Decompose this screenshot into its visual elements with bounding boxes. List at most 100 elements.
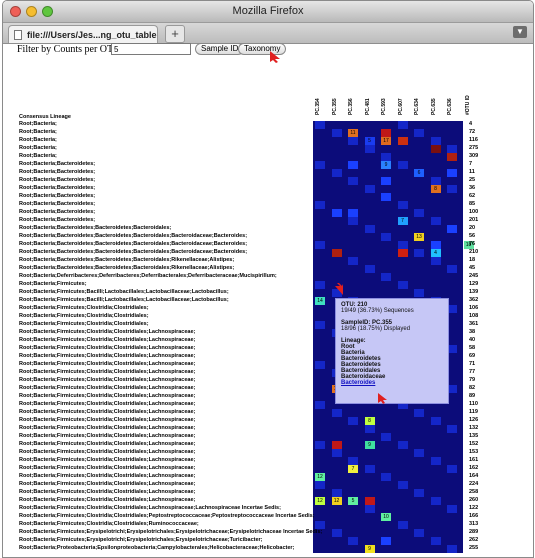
heatmap-cell[interactable] — [365, 177, 375, 185]
heatmap-cell[interactable] — [430, 217, 441, 225]
heatmap-cell[interactable] — [348, 145, 358, 153]
heatmap-cell[interactable] — [431, 161, 441, 169]
heatmap-cell[interactable] — [332, 545, 342, 553]
sample-header[interactable]: PC.356 — [348, 98, 354, 115]
heatmap-cell[interactable] — [315, 345, 325, 353]
heatmap-cell[interactable] — [331, 169, 342, 177]
heatmap-cell[interactable] — [315, 129, 325, 137]
heatmap-cell[interactable] — [332, 521, 342, 529]
heatmap-cell[interactable] — [398, 289, 408, 297]
heatmap-cell[interactable] — [348, 425, 358, 433]
heatmap-cell[interactable] — [447, 241, 457, 249]
heatmap-cell[interactable] — [365, 193, 375, 201]
heatmap-cell[interactable] — [414, 185, 424, 193]
heatmap-cell[interactable] — [381, 425, 391, 433]
heatmap-cell[interactable] — [315, 145, 325, 153]
heatmap-cell[interactable] — [447, 289, 457, 297]
heatmap-cell[interactable] — [414, 193, 424, 201]
heatmap-cell[interactable] — [431, 529, 441, 537]
heatmap-cell[interactable] — [365, 241, 375, 249]
heatmap-cell[interactable] — [398, 457, 408, 465]
heatmap-cell[interactable] — [381, 505, 391, 513]
heatmap-cell[interactable] — [381, 433, 391, 441]
heatmap-cell[interactable] — [414, 209, 424, 217]
heatmap-cell-value[interactable]: 10 — [381, 513, 391, 521]
heatmap-cell[interactable] — [431, 201, 441, 209]
tooltip-lineage-link[interactable]: Bacteroides — [341, 380, 375, 386]
sample-header[interactable]: PC.355 — [332, 98, 338, 115]
heatmap-cell[interactable] — [332, 465, 342, 473]
heatmap-cell[interactable] — [332, 473, 342, 481]
heatmap-cell[interactable] — [365, 481, 375, 489]
heatmap-cell[interactable] — [414, 161, 424, 169]
heatmap-cell[interactable] — [398, 497, 408, 505]
heatmap-cell-value[interactable]: 12 — [331, 497, 342, 505]
heatmap-cell[interactable] — [365, 281, 375, 289]
heatmap-cell[interactable] — [431, 521, 441, 529]
heatmap-cell[interactable] — [364, 425, 375, 433]
heatmap-cell[interactable] — [348, 473, 358, 481]
heatmap-cell[interactable] — [414, 241, 424, 249]
heatmap-cell[interactable] — [348, 217, 358, 225]
heatmap-cell[interactable] — [315, 465, 325, 473]
heatmap-cell[interactable] — [414, 145, 424, 153]
heatmap-cell[interactable] — [315, 433, 325, 441]
heatmap-cell-value[interactable] — [381, 537, 391, 545]
heatmap-cell[interactable] — [398, 233, 408, 241]
heatmap-cell-value[interactable]: 8 — [364, 417, 375, 425]
heatmap-cell[interactable] — [381, 449, 391, 457]
heatmap-cell[interactable] — [348, 505, 358, 513]
heatmap-cell[interactable] — [398, 529, 408, 537]
heatmap-cell[interactable] — [365, 129, 375, 137]
heatmap-cell[interactable] — [430, 537, 441, 545]
heatmap-cell-value[interactable] — [331, 249, 342, 257]
heatmap-cell[interactable] — [397, 441, 408, 449]
heatmap-cell[interactable] — [364, 225, 375, 233]
heatmap-cell[interactable] — [414, 129, 424, 137]
heatmap-cell[interactable] — [332, 481, 342, 489]
heatmap-cell[interactable] — [332, 425, 342, 433]
tab-otu-table[interactable]: file:///Users/Jes...ng_otu_table.html — [8, 25, 158, 43]
heatmap-cell[interactable] — [398, 209, 408, 217]
heatmap-cell[interactable] — [348, 529, 358, 537]
heatmap-cell[interactable] — [315, 337, 325, 345]
heatmap-cell[interactable] — [365, 473, 375, 481]
heatmap-cell[interactable] — [348, 409, 358, 417]
heatmap-cell[interactable] — [315, 393, 325, 401]
heatmap-cell[interactable] — [414, 473, 424, 481]
heatmap-cell[interactable] — [365, 233, 375, 241]
heatmap-cell[interactable] — [348, 233, 358, 241]
heatmap-cell[interactable] — [381, 489, 391, 497]
heatmap-cell-value[interactable] — [381, 129, 391, 137]
heatmap-cell[interactable] — [447, 497, 457, 505]
heatmap-cell[interactable] — [348, 441, 358, 449]
heatmap-cell[interactable] — [332, 241, 342, 249]
heatmap-cell-value[interactable] — [348, 161, 358, 169]
heatmap-cell[interactable] — [398, 433, 408, 441]
heatmap-cell[interactable] — [332, 153, 342, 161]
heatmap-cell[interactable] — [315, 121, 325, 129]
heatmap-cell[interactable] — [348, 417, 358, 425]
heatmap-cell[interactable] — [331, 129, 342, 137]
heatmap-cell-value[interactable]: 4 — [430, 249, 441, 257]
heatmap-cell[interactable] — [381, 201, 391, 209]
heatmap-cell[interactable] — [332, 265, 342, 273]
filter-count-input[interactable] — [111, 43, 191, 55]
heatmap-cell[interactable] — [332, 217, 342, 225]
heatmap-cell[interactable] — [431, 465, 441, 473]
heatmap-cell[interactable] — [348, 433, 358, 441]
heatmap-cell[interactable] — [348, 153, 358, 161]
heatmap-cell[interactable] — [381, 257, 391, 265]
heatmap-cell[interactable] — [381, 145, 391, 153]
heatmap-cell[interactable] — [447, 249, 457, 257]
heatmap-cell[interactable] — [414, 273, 424, 281]
heatmap-cell[interactable] — [381, 481, 391, 489]
heatmap-cell[interactable] — [315, 257, 325, 265]
heatmap-cell[interactable] — [431, 209, 441, 217]
heatmap-cell[interactable] — [365, 449, 375, 457]
heatmap-cell[interactable] — [447, 185, 457, 193]
heatmap-cell[interactable] — [365, 537, 375, 545]
heatmap-cell[interactable] — [431, 193, 441, 201]
heatmap-cell[interactable] — [414, 505, 424, 513]
heatmap-cell[interactable] — [414, 529, 424, 537]
